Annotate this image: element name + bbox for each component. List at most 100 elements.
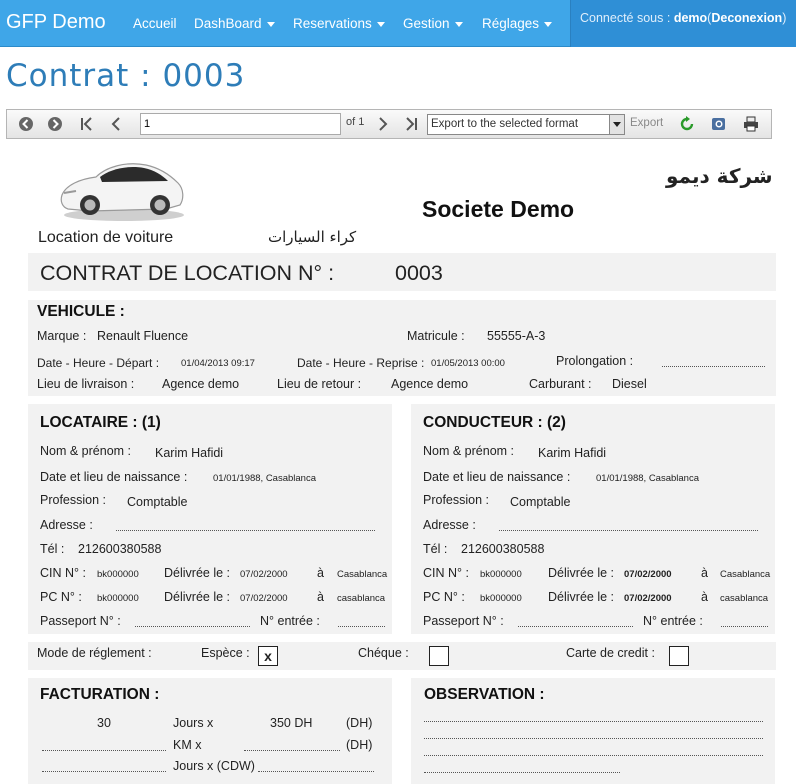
reglement-panel: Mode de réglement : Espèce : x Chéque : … — [28, 642, 776, 670]
reprise-label: Date - Heure - Reprise : — [297, 356, 425, 370]
jours-price: 350 DH — [270, 716, 313, 730]
observation-line — [424, 772, 620, 773]
km-label: KM x — [173, 738, 202, 752]
locataire-pc-label: PC N° : — [40, 590, 82, 604]
retour-label: Lieu de retour : — [277, 377, 362, 391]
observation-line — [424, 721, 763, 722]
contract-number: 0003 — [395, 261, 443, 285]
locataire-entree-label: N° entrée : — [260, 614, 320, 628]
export-button[interactable]: Export — [630, 117, 663, 129]
back-icon[interactable] — [18, 116, 34, 132]
conducteur-pc: bk000000 — [480, 593, 522, 604]
conducteur-profession: Comptable — [510, 495, 571, 509]
next-page-icon[interactable] — [375, 116, 391, 132]
retour-value: Agence demo — [391, 377, 469, 391]
page-number-input[interactable] — [140, 113, 341, 135]
export-format-select[interactable]: Export to the selected format — [427, 114, 625, 135]
marque-label: Marque : — [37, 329, 87, 343]
zoom-icon[interactable] — [711, 116, 727, 132]
locataire-tel: 212600380588 — [78, 542, 162, 556]
locataire-panel: LOCATAIRE : (1) Nom & prénom : Karim Haf… — [28, 404, 392, 634]
nav-reservations-label: Reservations — [293, 16, 372, 31]
brand-link[interactable]: GFP Demo — [6, 11, 106, 34]
locataire-naissance-label: Date et lieu de naissance : — [40, 470, 188, 484]
livraison-label: Lieu de livraison : — [37, 377, 135, 391]
locataire-cin-label: CIN N° : — [40, 566, 86, 580]
company-name-arabic: شركة ديمو — [666, 164, 773, 188]
page-title: Contrat : 0003 — [6, 58, 246, 94]
observation-line — [424, 738, 763, 739]
locataire-adresse-label: Adresse : — [40, 518, 93, 532]
matricule-label: Matricule : — [407, 329, 465, 343]
locataire-title: LOCATAIRE : (1) — [40, 414, 161, 431]
caret-down-icon — [544, 21, 553, 27]
locataire-pc-delivre: 07/02/2000 — [240, 593, 288, 604]
conducteur-naissance: 01/01/1988, Casablanca — [596, 473, 699, 484]
conducteur-cin-delivre-label: Délivrée le : — [548, 566, 614, 580]
locataire-cin-lieu: Casablanca — [337, 569, 388, 580]
print-icon[interactable] — [743, 116, 759, 132]
caret-down-icon — [454, 21, 463, 27]
caret-down-icon — [266, 21, 275, 27]
conducteur-pc-label: PC N° : — [423, 590, 465, 604]
observation-title: OBSERVATION : — [424, 686, 545, 703]
facturation-title: FACTURATION : — [40, 686, 160, 703]
company-tagline-arabic: كراء السيارات — [268, 228, 357, 246]
user-status: Connecté sous : demo(Deconexion) — [580, 11, 787, 25]
cheque-label: Chéque : — [358, 646, 409, 660]
marque-value: Renault Fluence — [97, 329, 189, 343]
locataire-entree-line — [338, 626, 385, 627]
matricule-value: 55555-A-3 — [487, 329, 546, 343]
contract-title: CONTRAT DE LOCATION N° : — [40, 261, 335, 285]
cdw-price-line — [258, 771, 374, 772]
top-navbar: GFP Demo Accueil DashBoard Reservations … — [0, 0, 796, 47]
logout-link[interactable]: Deconexion — [711, 11, 782, 25]
refresh-icon[interactable] — [679, 116, 695, 132]
conducteur-tel-label: Tél : — [423, 542, 448, 556]
livraison-value: Agence demo — [162, 377, 240, 391]
cheque-checkbox — [429, 646, 449, 666]
conducteur-passeport-line — [518, 626, 633, 627]
km-dh: (DH) — [346, 738, 373, 752]
nav-reglages[interactable]: Réglages — [482, 16, 553, 31]
connected-label: Connecté sous : — [580, 11, 671, 25]
prev-page-icon[interactable] — [108, 116, 124, 132]
conducteur-entree-label: N° entrée : — [643, 614, 703, 628]
jours-label: Jours x — [173, 716, 214, 730]
locataire-cin-delivre: 07/02/2000 — [240, 569, 288, 580]
locataire-pc-lieu: casablanca — [337, 593, 386, 604]
locataire-profession: Comptable — [127, 495, 188, 509]
nav-reservations[interactable]: Reservations — [293, 16, 385, 31]
conducteur-nom-label: Nom & prénom : — [423, 444, 515, 458]
nav-dashboard-label: DashBoard — [194, 16, 262, 31]
conducteur-cin-lieu: Casablanca — [720, 569, 771, 580]
conducteur-cin: bk000000 — [480, 569, 522, 580]
last-page-icon[interactable] — [403, 116, 419, 132]
first-page-icon[interactable] — [79, 116, 95, 132]
carte-checkbox — [669, 646, 689, 666]
conducteur-adresse-label: Adresse : — [423, 518, 476, 532]
username: demo — [673, 11, 708, 25]
prolongation-line — [662, 366, 765, 367]
page-count: of 1 — [346, 116, 365, 128]
observation-line — [424, 755, 763, 756]
depart-value: 01/04/2013 09:17 — [181, 358, 255, 369]
observation-panel: OBSERVATION : — [411, 678, 775, 784]
nav-dashboard[interactable]: DashBoard — [194, 16, 275, 31]
vehicule-panel: VEHICULE : Marque : Renault Fluence Matr… — [28, 300, 776, 396]
jours-dh: (DH) — [346, 716, 373, 730]
locataire-profession-label: Profession : — [40, 493, 107, 507]
nav-accueil[interactable]: Accueil — [133, 16, 177, 31]
locataire-cin-a: à — [317, 566, 324, 580]
conducteur-entree-line — [721, 626, 768, 627]
conducteur-cin-a: à — [701, 566, 708, 580]
user-box: Connecté sous : demo(Deconexion) — [570, 0, 796, 47]
nav-gestion[interactable]: Gestion — [403, 16, 463, 31]
conducteur-pc-lieu: casablanca — [720, 593, 769, 604]
conducteur-profession-label: Profession : — [423, 493, 490, 507]
forward-icon[interactable] — [47, 116, 63, 132]
contract-title-band: CONTRAT DE LOCATION N° : 0003 — [28, 253, 776, 291]
cdw-label: Jours x (CDW) — [173, 759, 255, 773]
conducteur-naissance-label: Date et lieu de naissance : — [423, 470, 571, 484]
locataire-cin: bk000000 — [97, 569, 139, 580]
